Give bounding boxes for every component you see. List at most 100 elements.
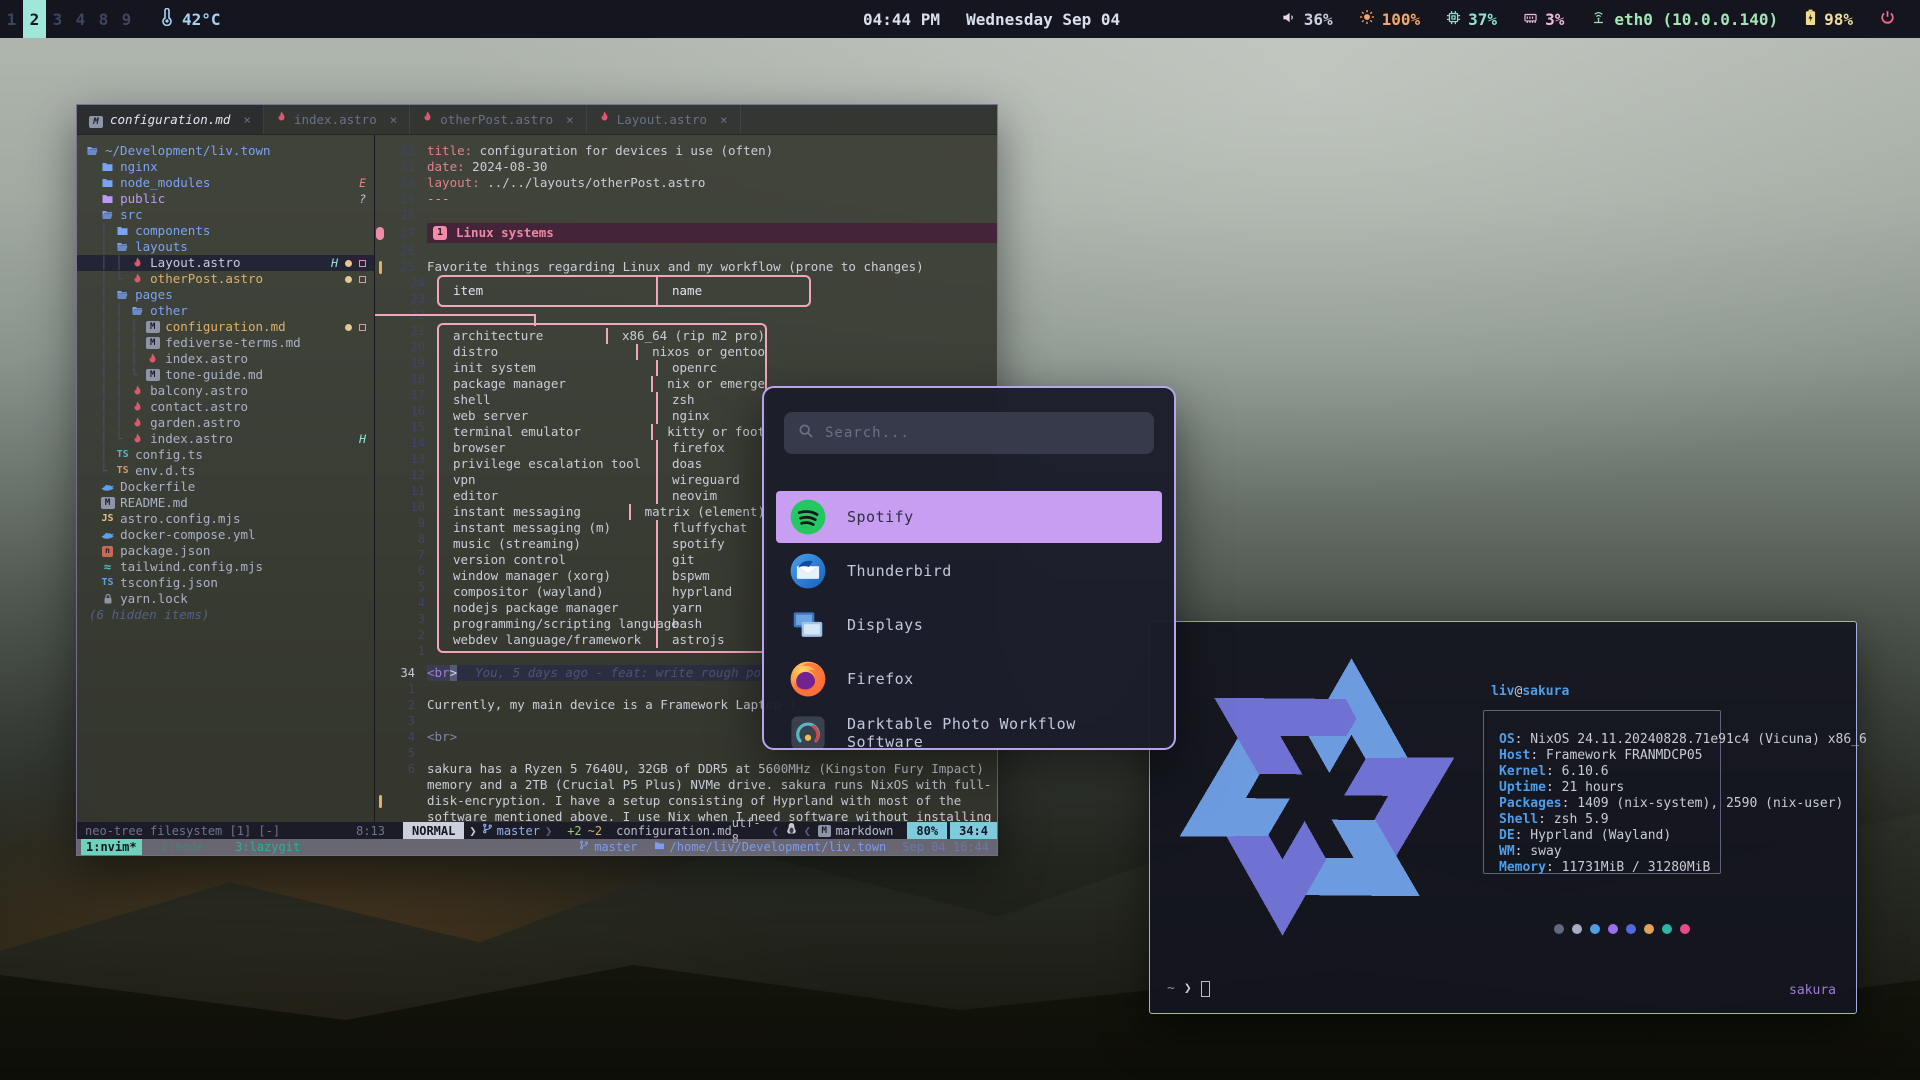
- table-header-name: name: [656, 277, 809, 305]
- launcher-item-thunderbird[interactable]: Thunderbird: [776, 545, 1162, 597]
- git-blame-text: You, 5 days ago - feat: write rough post…: [475, 665, 799, 681]
- code-line: 30layout: ../../layouts/otherPost.astro: [375, 175, 997, 191]
- dir-open-icon: [130, 305, 145, 317]
- workspace-2[interactable]: 2: [23, 0, 46, 38]
- tree-item-tailwind.config.mjs[interactable]: ≈tailwind.config.mjs: [77, 559, 374, 575]
- launcher-item-spotify[interactable]: Spotify: [776, 491, 1162, 543]
- tree-item-components[interactable]: │ components: [77, 223, 374, 239]
- close-icon[interactable]: ×: [720, 112, 728, 128]
- tree-item-astro.config.mjs[interactable]: JSastro.config.mjs: [77, 511, 374, 527]
- tree-item-nodemodules[interactable]: node_modulesE: [77, 175, 374, 191]
- tree-item-package.json[interactable]: npackage.json: [77, 543, 374, 559]
- tree-item-pages[interactable]: │ pages: [77, 287, 374, 303]
- tmux-window-3:lazygit[interactable]: 3:lazygit: [230, 839, 305, 855]
- workspace-3[interactable]: 3: [46, 0, 69, 38]
- launcher-item-displays[interactable]: Displays: [776, 599, 1162, 651]
- workspace-9[interactable]: 9: [115, 0, 138, 38]
- palette-dot: [1662, 924, 1672, 934]
- tree-item-docker-compose.yml[interactable]: docker-compose.yml: [77, 527, 374, 543]
- battery-module[interactable]: 98%: [1804, 9, 1853, 30]
- palette-dot: [1644, 924, 1654, 934]
- prompt-path: ~: [1167, 981, 1175, 997]
- folder-icon: [654, 839, 665, 855]
- tmux-window-2:node-[interactable]: 2:node-: [156, 839, 217, 855]
- info-line-wm: WM: sway: [1499, 844, 1847, 860]
- volume-module[interactable]: 36%: [1281, 10, 1333, 29]
- astro-icon: [130, 433, 145, 446]
- tree-item-index.astro[interactable]: │ └ index.astroH: [77, 431, 374, 447]
- tree-item-nginx[interactable]: nginx: [77, 159, 374, 175]
- git-added-count: +2: [567, 823, 581, 839]
- brightness-module[interactable]: 100%: [1359, 9, 1421, 29]
- table-cell-name: firefox: [656, 440, 765, 456]
- code-line: 26: [375, 243, 997, 259]
- tree-item-Layout.astro[interactable]: │ │ Layout.astroH: [77, 255, 374, 271]
- power-button[interactable]: [1879, 9, 1896, 30]
- tmux-window-1:nvim*[interactable]: 1:nvim*: [81, 839, 142, 855]
- spotify-icon: [789, 498, 827, 536]
- table-row: editorneovim: [439, 488, 765, 504]
- terminal-cursor: [1201, 981, 1210, 997]
- tree-item-Dockerfile[interactable]: Dockerfile: [77, 479, 374, 495]
- search-input[interactable]: [825, 425, 1140, 441]
- git-modified-dot: [345, 260, 352, 267]
- table-cell-item: version control: [439, 552, 656, 568]
- close-icon[interactable]: ×: [390, 112, 398, 128]
- table-cell-item: editor: [439, 488, 656, 504]
- tmux-statusbar: 1:nvim*2:node-3:lazygit master /h: [77, 839, 997, 855]
- launcher-item-firefox[interactable]: Firefox: [776, 653, 1162, 705]
- workspace-4[interactable]: 4: [69, 0, 92, 38]
- tree-item-tone-guide.md[interactable]: │ │ └ Mtone-guide.md: [77, 367, 374, 383]
- tree-item-garden.astro[interactable]: │ │ garden.astro: [77, 415, 374, 431]
- tree-item-otherPost.astro[interactable]: │ └ otherPost.astro: [77, 271, 374, 287]
- tree-item-fediverse-terms.md[interactable]: │ │ │ Mfediverse-terms.md: [77, 335, 374, 351]
- memory-module[interactable]: 3%: [1523, 10, 1564, 29]
- buffer-tab-otherPost.astro[interactable]: otherPost.astro×: [410, 105, 586, 134]
- dir-icon: [100, 161, 115, 173]
- tree-item-README.md[interactable]: MREADME.md: [77, 495, 374, 511]
- buffer-tab-configuration.md[interactable]: Mconfiguration.md×: [77, 105, 264, 134]
- tree-item-configuration.md[interactable]: │ │ │ Mconfiguration.md: [77, 319, 374, 335]
- tree-item-balcony.astro[interactable]: │ │ balcony.astro: [77, 383, 374, 399]
- tree-item-tsconfig.json[interactable]: TStsconfig.json: [77, 575, 374, 591]
- network-module[interactable]: eth0 (10.0.0.140): [1590, 10, 1778, 29]
- close-icon[interactable]: ×: [243, 112, 251, 128]
- tree-item-index.astro[interactable]: │ │ │ index.astro: [77, 351, 374, 367]
- git-status-letter: H: [359, 431, 366, 447]
- buffer-tab-index.astro[interactable]: index.astro×: [264, 105, 410, 134]
- system-modules: 36% 100% 37% 3% eth0 (10.0.0.140) 98%: [1281, 9, 1920, 30]
- workspace-8[interactable]: 8: [92, 0, 115, 38]
- table-row: shellzsh: [439, 392, 765, 408]
- palette-dot: [1608, 924, 1618, 934]
- tree-item-Developmentliv.town[interactable]: ~/Development/liv.town: [77, 143, 374, 159]
- workspace-1[interactable]: 1: [0, 0, 23, 38]
- tree-item-config.ts[interactable]: │ TSconfig.ts: [77, 447, 374, 463]
- dir-icon: [100, 193, 115, 205]
- tree-item-yarn.lock[interactable]: yarn.lock: [77, 591, 374, 607]
- tree-item-src[interactable]: src: [77, 207, 374, 223]
- launcher-search[interactable]: [784, 412, 1154, 454]
- launcher-item-darktable[interactable]: Darktable Photo Workflow Software: [776, 707, 1162, 750]
- table-cell-item: shell: [439, 392, 656, 408]
- shell-prompt[interactable]: ~ ❯: [1167, 981, 1210, 997]
- buffer-tab-Layout.astro[interactable]: Layout.astro×: [587, 105, 741, 134]
- battery-icon: [1804, 9, 1817, 30]
- close-icon[interactable]: ×: [566, 112, 574, 128]
- tree-item-public[interactable]: public?: [77, 191, 374, 207]
- code-line: 25Favorite things regarding Linux and my…: [375, 259, 997, 275]
- npm-icon: n: [100, 546, 115, 557]
- tree-item-contact.astro[interactable]: │ │ contact.astro: [77, 399, 374, 415]
- whale-icon: [100, 530, 115, 541]
- tree-item-env.d.ts[interactable]: └ TSenv.d.ts: [77, 463, 374, 479]
- cpu-module[interactable]: 37%: [1446, 10, 1497, 29]
- table-cell-name: zsh: [656, 392, 765, 408]
- table-row: compositor (wayland)hyprland: [439, 584, 765, 600]
- table-header-item: item: [439, 283, 656, 299]
- prompt-char: ❯: [1184, 981, 1192, 997]
- tree-item-other[interactable]: │ │ other: [77, 303, 374, 319]
- table-body: architecturex86_64 (rip m2 pro)distronix…: [437, 323, 767, 653]
- git-status-square: [359, 276, 366, 283]
- dir-open-icon: [115, 241, 130, 253]
- git-modified-dot: [345, 276, 352, 283]
- tree-item-layouts[interactable]: │ layouts: [77, 239, 374, 255]
